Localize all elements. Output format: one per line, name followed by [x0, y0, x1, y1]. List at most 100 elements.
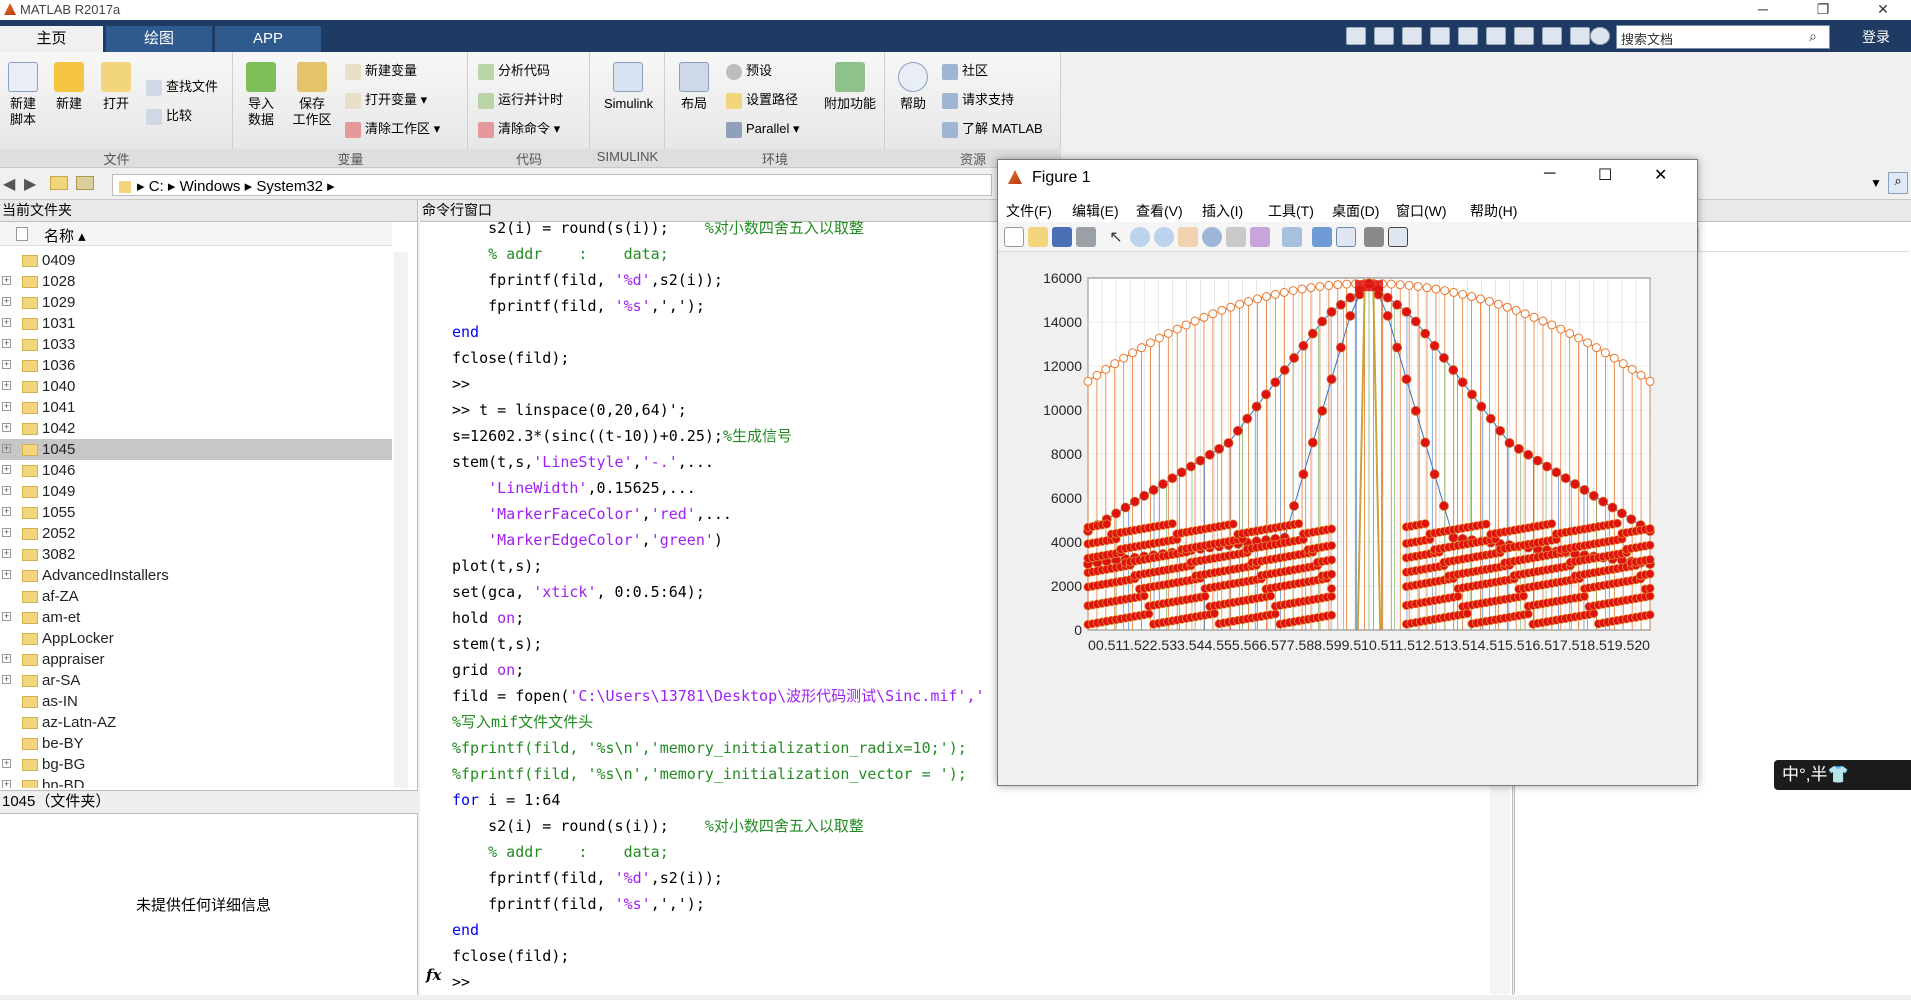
preferences-button[interactable]: 预设 — [726, 60, 772, 84]
paste-icon[interactable] — [1458, 27, 1478, 45]
link-plot-icon[interactable] — [1282, 227, 1302, 247]
expand-icon[interactable]: + — [2, 675, 11, 684]
tab-home[interactable]: 主页 — [0, 26, 103, 52]
pan-icon[interactable] — [1178, 227, 1198, 247]
file-list-item[interactable]: +1033 — [0, 334, 392, 355]
zoom-in-icon[interactable] — [1130, 227, 1150, 247]
new-button[interactable]: 新建 — [46, 62, 92, 112]
zoom-out-icon[interactable] — [1154, 227, 1174, 247]
search-input[interactable]: 搜索文档 — [1616, 25, 1830, 49]
file-list-item[interactable]: +1041 — [0, 397, 392, 418]
save-workspace-button[interactable]: 保存 工作区 — [288, 62, 336, 128]
figure-minimize-button[interactable]: ─ — [1544, 165, 1555, 183]
stem-plot[interactable]: 0 2000 4000 6000 8000 10000 12000 14000 16000 00.… — [1008, 256, 1688, 778]
search-folder-icon[interactable]: ⌕ — [1888, 172, 1908, 194]
file-list-item[interactable]: +1031 — [0, 313, 392, 334]
path-segment[interactable]: System32 — [256, 178, 323, 195]
quick-access-icon[interactable] — [1346, 27, 1366, 45]
figure-menu-item[interactable]: 编辑(E) — [1072, 201, 1119, 221]
set-path-button[interactable]: 设置路径 — [726, 89, 798, 113]
expand-icon[interactable]: + — [2, 423, 11, 432]
request-support-button[interactable]: 请求支持 — [942, 89, 1014, 113]
pointer-icon[interactable]: ↖ — [1106, 227, 1126, 247]
expand-icon[interactable]: + — [2, 318, 11, 327]
clear-commands-button[interactable]: 清除命令 ▾ — [478, 118, 560, 142]
add-ons-button[interactable]: 附加功能 — [822, 62, 878, 112]
new-figure-icon[interactable] — [1004, 227, 1024, 247]
file-list-item[interactable]: +1028 — [0, 271, 392, 292]
up-folder-icon[interactable] — [50, 176, 68, 190]
column-header[interactable]: 名称 ▴ — [0, 222, 392, 246]
tab-plots[interactable]: 绘图 — [106, 26, 212, 52]
community-button[interactable]: 社区 — [942, 60, 988, 84]
rotate-icon[interactable] — [1202, 227, 1222, 247]
login-link[interactable]: 登录 — [1862, 27, 1890, 47]
run-and-time-button[interactable]: 运行并计时 — [478, 89, 563, 113]
details-header[interactable]: 1045（文件夹） — [0, 790, 418, 814]
save-icon[interactable] — [1374, 27, 1394, 45]
expand-icon[interactable]: + — [2, 570, 11, 579]
find-files-button[interactable]: 查找文件 — [146, 76, 218, 100]
save-figure-icon[interactable] — [1052, 227, 1072, 247]
expand-icon[interactable]: + — [2, 507, 11, 516]
layout-button[interactable]: 布局 — [671, 62, 717, 112]
file-list-item[interactable]: + appraiser — [0, 649, 392, 670]
file-list-item[interactable]: + ar-SA — [0, 670, 392, 691]
expand-icon[interactable]: + — [2, 444, 11, 453]
expand-icon[interactable]: + — [2, 759, 11, 768]
figure-menu-item[interactable]: 帮助(H) — [1470, 201, 1517, 221]
expand-icon[interactable]: + — [2, 549, 11, 558]
print-icon[interactable] — [1076, 227, 1096, 247]
expand-icon[interactable]: + — [2, 528, 11, 537]
open-button[interactable]: 打开 — [93, 62, 139, 112]
file-list-item[interactable]: az-Latn-AZ — [0, 712, 392, 733]
file-list-item[interactable]: as-IN — [0, 691, 392, 712]
help-icon[interactable] — [1590, 27, 1610, 45]
path-dropdown-icon[interactable]: ▼ — [1870, 176, 1882, 190]
import-data-button[interactable]: 导入 数据 — [238, 62, 284, 128]
expand-icon[interactable]: + — [2, 276, 11, 285]
figure-menu-item[interactable]: 桌面(D) — [1332, 201, 1379, 221]
legend-icon[interactable] — [1336, 227, 1356, 247]
expand-icon[interactable]: + — [2, 381, 11, 390]
figure-menu-item[interactable]: 查看(V) — [1136, 201, 1183, 221]
file-list-item[interactable]: +1045 — [0, 439, 392, 460]
ime-indicator[interactable]: 中°,半👕 — [1774, 760, 1911, 790]
file-list-item[interactable]: +1029 — [0, 292, 392, 313]
expand-icon[interactable]: + — [2, 297, 11, 306]
figure-window[interactable]: Figure 1 ─ ☐ ✕ 文件(F) 编辑(E) 查看(V) 插入(I) 工具(T)… — [997, 159, 1698, 786]
figure-menu-item[interactable]: 文件(F) — [1006, 201, 1052, 221]
file-list-item[interactable]: be-BY — [0, 733, 392, 754]
open-variable-button[interactable]: 打开变量 ▾ — [345, 89, 427, 113]
browse-folder-icon[interactable] — [76, 176, 94, 190]
expand-icon[interactable]: + — [2, 402, 11, 411]
expand-icon[interactable]: + — [2, 612, 11, 621]
colorbar-icon[interactable] — [1312, 227, 1332, 247]
figure-maximize-button[interactable]: ☐ — [1598, 165, 1612, 185]
switch-windows-icon[interactable] — [1542, 27, 1562, 45]
back-icon[interactable]: ◀ — [3, 174, 15, 194]
cut-icon[interactable] — [1402, 27, 1422, 45]
expand-icon[interactable]: + — [2, 465, 11, 474]
fx-prompt-icon[interactable]: fx — [426, 966, 441, 984]
file-list-item[interactable]: AppLocker — [0, 628, 392, 649]
file-list-item[interactable]: +1042 — [0, 418, 392, 439]
file-list-item[interactable]: +2052 — [0, 523, 392, 544]
parallel-button[interactable]: Parallel ▾ — [726, 118, 800, 142]
file-list-item[interactable]: +3082 — [0, 544, 392, 565]
tab-apps[interactable]: APP — [215, 26, 321, 52]
file-list-item[interactable]: 0409 — [0, 250, 392, 271]
figure-close-button[interactable]: ✕ — [1654, 165, 1667, 185]
file-list-item[interactable]: +1040 — [0, 376, 392, 397]
new-script-button[interactable]: 新建 脚本 — [0, 62, 46, 128]
file-list-item[interactable]: +1049 — [0, 481, 392, 502]
brush-icon[interactable] — [1250, 227, 1270, 247]
simulink-button[interactable]: Simulink — [604, 62, 653, 112]
search-icon[interactable]: ⌕ — [1809, 28, 1817, 45]
show-tools-icon[interactable] — [1388, 227, 1408, 247]
file-list-item[interactable]: +1036 — [0, 355, 392, 376]
name-column-header[interactable]: 名称 ▴ — [44, 225, 86, 246]
file-list-scrollbar[interactable] — [394, 252, 408, 788]
data-cursor-icon[interactable] — [1226, 227, 1246, 247]
path-segment[interactable]: Windows — [180, 178, 241, 195]
